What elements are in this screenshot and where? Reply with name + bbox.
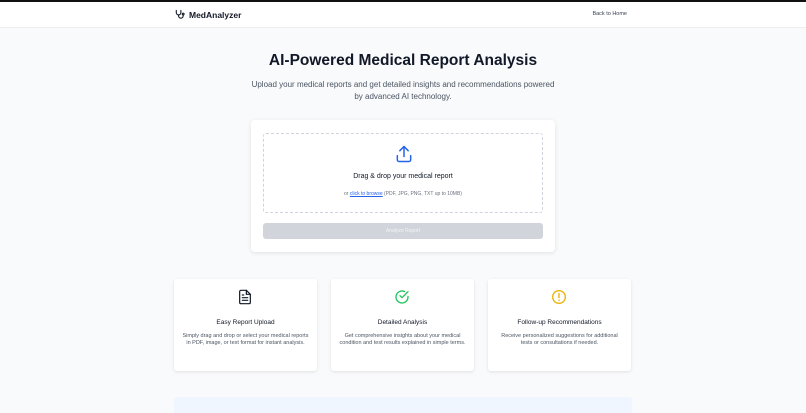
brand-logo[interactable]: MedAnalyzer — [174, 9, 241, 20]
feature-description: Receive personalized suggestions for add… — [501, 333, 618, 346]
file-dropzone[interactable]: Drag & drop your medical report or click… — [263, 133, 543, 213]
alert-circle-icon — [552, 290, 566, 304]
page-subtitle: Upload your medical reports and get deta… — [251, 80, 555, 101]
feature-card-analysis: Detailed Analysis Get comprehensive insi… — [331, 279, 474, 371]
info-section — [174, 397, 632, 413]
check-circle-icon — [395, 290, 409, 304]
browse-link[interactable]: click to browse — [350, 191, 383, 197]
feature-title: Easy Report Upload — [216, 319, 275, 326]
feature-description: Simply drag and drop or select your medi… — [182, 333, 309, 346]
brand-name: MedAnalyzer — [189, 9, 242, 20]
upload-icon — [396, 145, 412, 163]
feature-card-upload: Easy Report Upload Simply drag and drop … — [174, 279, 317, 371]
feature-title: Detailed Analysis — [377, 319, 428, 326]
feature-title: Follow-up Recommendations — [517, 319, 602, 326]
navbar: MedAnalyzer Back to Home — [0, 2, 806, 28]
dropzone-title: Drag & drop your medical report — [353, 173, 453, 180]
feature-card-recommendations: Follow-up Recommendations Receive person… — [488, 279, 631, 371]
analyze-report-button[interactable]: Analyze Report — [263, 223, 543, 239]
back-to-home-link[interactable]: Back to Home — [592, 11, 627, 17]
document-icon — [239, 289, 251, 305]
feature-description: Get comprehensive insights about your me… — [339, 333, 466, 346]
upload-card: Drag & drop your medical report or click… — [251, 120, 555, 252]
dropzone-hint: or click to browse (PDF, JPG, PNG, TXT u… — [264, 191, 542, 197]
hint-suffix: (PDF, JPG, PNG, TXT up to 10MB) — [382, 191, 462, 197]
stethoscope-icon — [175, 9, 185, 19]
page-title: AI-Powered Medical Report Analysis — [268, 52, 538, 69]
